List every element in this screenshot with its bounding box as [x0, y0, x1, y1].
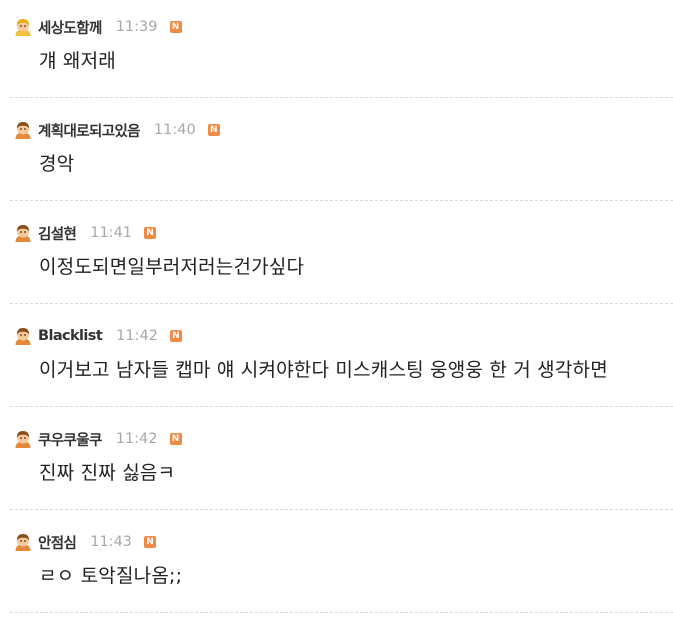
comment-time: 11:41	[90, 225, 133, 241]
new-badge: N	[169, 433, 182, 445]
comment-author[interactable]: Blacklist	[38, 328, 103, 344]
user-icon[interactable]	[13, 120, 33, 140]
comment-header: 쿠우쿠울쿠 11:42 N	[13, 429, 673, 449]
comment-item: 쿠우쿠울쿠 11:42 N 진짜 진짜 싫음ㅋ	[0, 412, 673, 515]
comment-list: 세상도함께 11:39 N 걔 왜저래 계획대로되고있음 11:40 N 경악	[0, 0, 673, 618]
comment-item: 계획대로되고있음 11:40 N 경악	[0, 103, 673, 206]
comment-text: 진짜 진짜 싫음ㅋ	[39, 462, 176, 484]
comment-header: 세상도함께 11:39 N	[13, 17, 673, 37]
user-icon[interactable]	[13, 326, 33, 346]
comment-text: 걔 왜저래	[39, 50, 116, 72]
comment-item: 세상도함께 11:39 N 걔 왜저래	[0, 0, 673, 103]
comment-time: 11:43	[90, 534, 133, 550]
comment-text: ㄹㅇ 토악질나옴;;	[39, 565, 183, 587]
user-icon[interactable]	[13, 223, 33, 243]
comment-item: Blacklist 11:42 N 이거보고 남자들 캡마 얘 시켜야한다 미스…	[0, 309, 673, 412]
comment-item: 김설현 11:41 N 이정도되면일부러저러는건가싶다	[0, 206, 673, 309]
user-icon[interactable]	[13, 429, 33, 449]
comment-author[interactable]: 계획대로되고있음	[38, 120, 141, 141]
comment-header: Blacklist 11:42 N	[13, 326, 673, 346]
comment-time: 11:39	[115, 19, 158, 35]
comment-header: 안점심 11:43 N	[13, 532, 673, 552]
new-badge: N	[144, 227, 157, 239]
comment-header: 계획대로되고있음 11:40 N	[13, 120, 673, 140]
comment-author[interactable]: 쿠우쿠울쿠	[38, 429, 102, 450]
comment-header: 김설현 11:41 N	[13, 223, 673, 243]
yellow-user-icon[interactable]	[13, 17, 33, 37]
comment-time: 11:42	[116, 328, 158, 344]
comment-text: 이정도되면일부러저러는건가싶다	[39, 256, 305, 278]
comment-author[interactable]: 안점심	[38, 532, 77, 553]
comment-item: 안점심 11:43 N ㄹㅇ 토악질나옴;;	[0, 515, 673, 618]
new-badge: N	[169, 330, 182, 342]
new-badge: N	[207, 124, 220, 136]
new-badge: N	[169, 21, 182, 33]
comment-author[interactable]: 김설현	[38, 223, 77, 244]
user-icon[interactable]	[13, 532, 33, 552]
comment-author[interactable]: 세상도함께	[38, 17, 102, 38]
comment-time: 11:42	[115, 431, 158, 447]
comment-text: 경악	[39, 153, 75, 175]
new-badge: N	[144, 536, 157, 548]
comment-time: 11:40	[153, 122, 196, 138]
comment-text: 이거보고 남자들 캡마 얘 시켜야한다 미스캐스팅 웅앵웅 한 거 생각하면	[39, 359, 608, 381]
